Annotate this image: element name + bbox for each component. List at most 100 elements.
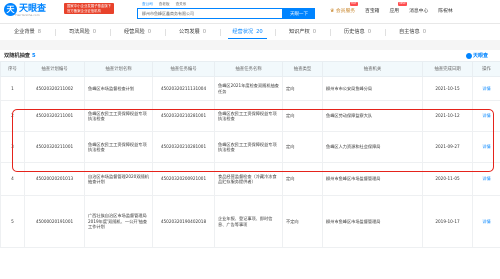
vip-service-link[interactable]: ♛ 会员服务 HOT: [330, 2, 358, 14]
message-center-link[interactable]: 消息中心: [409, 7, 428, 14]
cell-task-name: 食品经营监督检查（冷藏冷冻食品贮存服务提供者）: [214, 162, 283, 196]
tab-divider: [220, 29, 221, 36]
cell-type: 定向: [282, 76, 323, 101]
cell-authority: 柳州市鱼峰区市场监督管理局: [322, 195, 423, 248]
col-header-action: 操作: [472, 61, 500, 77]
tab-history[interactable]: 历史信息 0: [330, 25, 385, 38]
cell-date: 2021-10-15: [422, 76, 473, 101]
table-row: 3 45020320211001 鱼峰区农民工工资保障权益专项执法检查 4502…: [0, 131, 500, 163]
tab-count: 0: [367, 28, 372, 35]
cell-plan-no: 45020320211002: [24, 76, 85, 101]
tab-count: 8: [37, 28, 42, 35]
cell-type: 定向: [282, 162, 323, 196]
tab-divider: [385, 29, 386, 36]
promo-line-2: 官方备案企业征信机构: [67, 8, 101, 13]
cell-index: 2: [0, 100, 25, 132]
tab-divider: [165, 29, 166, 36]
col-header-authority: 抽查机关: [322, 61, 423, 77]
promo-banner[interactable]: 国家中小企业发展子基金旗下 官方备案企业征信机构: [64, 3, 115, 14]
details-link[interactable]: 详情: [472, 195, 500, 248]
apps-link[interactable]: 应用 NEW: [389, 2, 407, 14]
cell-plan-no: 45020320211001: [24, 100, 85, 132]
details-link[interactable]: 详情: [472, 100, 500, 132]
cell-task-name: 鱼峰区农民工工资保障权益专项执法检查: [214, 100, 283, 132]
table-header-row: 序号 抽查计划编号 抽查计划名称 抽查任务编号 抽查任务名称 抽查类型 抽查机关…: [0, 61, 500, 77]
tab-divider: [330, 29, 331, 36]
table-row: 1 45020320211002 鱼峰区市场监督检查计划 45020320211…: [0, 76, 500, 101]
top-nav: ♛ 会员服务 HOT 百宝箱 应用 NEW 消息中心 陈祝林: [330, 2, 453, 14]
cell-plan-name: 广西壮族自治区市场监督管理局2019年度'双随机、一公开'抽查工作计划: [84, 195, 153, 248]
cell-date: 2021-10-12: [422, 100, 473, 132]
col-header-task-no: 抽查任务编号: [152, 61, 215, 77]
table-row: 4 45020020201013 自治区市场监督管理2020双随机抽查计划 45…: [0, 162, 500, 196]
cell-authority: 柳州市鱼峰区市场监督管理局: [322, 162, 423, 196]
watermark-icon: [466, 52, 472, 59]
cell-plan-no: 45020020201013: [24, 162, 85, 196]
search-type-tabs: 查公司 查老板 查关系: [142, 2, 186, 7]
search-tab-relation[interactable]: 查关系: [176, 2, 187, 7]
cell-task-no: 45020320211131004: [152, 76, 215, 101]
cell-authority: 柳州市市公安局鱼峰分局: [322, 76, 423, 101]
section-title-text: 双随机抽查: [4, 53, 30, 59]
tab-divider: [110, 29, 111, 36]
company-tabs: 企业背景 8 司法风险 0 经营风险 0 公司发展 0 经营状况 20 知识产权…: [0, 25, 500, 40]
cell-task-name: 鱼峰区2021年度检查双随机抽查任务: [214, 76, 283, 101]
search-button[interactable]: 天眼一下: [283, 8, 315, 19]
cell-index: 1: [0, 76, 25, 101]
details-link[interactable]: 详情: [472, 76, 500, 101]
cell-index: 4: [0, 162, 25, 196]
logo-subtitle: TianYanCha.com: [15, 13, 40, 17]
tab-label: 历史信息: [343, 29, 365, 35]
search-tab-company[interactable]: 查公司: [142, 2, 153, 7]
watermark-text: 天眼查: [473, 53, 489, 59]
cell-task-name: 鱼峰区农民工工资保障权益专项执法检查: [214, 131, 283, 163]
cell-date: 2021-09-27: [422, 131, 473, 163]
tab-label: 企业背景: [13, 29, 35, 35]
col-header-type: 抽查类型: [282, 61, 323, 77]
crown-icon: ♛: [330, 9, 335, 14]
table-row: 2 45020320211001 鱼峰区农民工工资保障权益专项执法检查 4502…: [0, 100, 500, 132]
cell-type: 不定向: [282, 195, 323, 248]
tab-count: 20: [256, 28, 263, 35]
cell-plan-name: 鱼峰区市场监督检查计划: [84, 76, 153, 101]
tab-divider: [55, 29, 56, 36]
col-header-index: 序号: [0, 61, 25, 77]
cell-task-name: 企业年报、登记事项、即时信息、广告等事项: [214, 195, 283, 248]
tab-label: 知识产权: [288, 29, 310, 35]
tab-divider: [275, 29, 276, 36]
tab-label: 公司发展: [178, 29, 200, 35]
search-tab-boss[interactable]: 查老板: [159, 2, 170, 7]
tab-company-development[interactable]: 公司发展 0: [165, 25, 220, 38]
cell-authority: 鱼峰区人力资源和社会保障局: [322, 131, 423, 163]
tab-self-info[interactable]: 自主信息 0: [385, 25, 440, 38]
col-header-plan-name: 抽查计划名称: [84, 61, 153, 77]
section-separator: [0, 40, 500, 50]
hot-badge: HOT: [350, 2, 358, 6]
cell-type: 定向: [282, 131, 323, 163]
promo-line-1: 国家中小企业发展子基金旗下: [67, 4, 112, 8]
cell-plan-name: 鱼峰区农民工工资保障权益专项执法检查: [84, 100, 153, 132]
tab-count: 0: [422, 28, 427, 35]
cell-task-no: 45020320210281001: [152, 100, 215, 132]
cell-plan-no: 45020320211001: [24, 131, 85, 163]
cell-index: 5: [0, 195, 25, 248]
details-link[interactable]: 详情: [472, 162, 500, 196]
new-badge: NEW: [398, 2, 407, 6]
cell-task-no: 45020320210281001: [152, 131, 215, 163]
tab-operating-risk[interactable]: 经营风险 0: [110, 25, 165, 38]
tab-company-background[interactable]: 企业背景 8: [0, 25, 55, 38]
details-link[interactable]: 详情: [472, 131, 500, 163]
tab-intellectual-property[interactable]: 知识产权 0: [275, 25, 330, 38]
tab-judicial-risk[interactable]: 司法风险 0: [55, 25, 110, 38]
col-header-task-name: 抽查任务名称: [214, 61, 283, 77]
toolbox-link[interactable]: 百宝箱: [365, 7, 379, 14]
top-bar: 天 天眼查 TianYanCha.com 国家中小企业发展子基金旗下 官方备案企…: [0, 0, 500, 24]
tab-count: 0: [312, 28, 317, 35]
search-input[interactable]: 柳州市鱼峰区鑫商务有限公司: [137, 8, 283, 19]
section-count: 5: [31, 53, 36, 59]
cell-task-no: 45020320200921001: [152, 162, 215, 196]
vip-service-label: 会员服务: [335, 9, 356, 14]
user-menu[interactable]: 陈祝林: [438, 7, 452, 14]
tab-operating-status[interactable]: 经营状况 20: [220, 25, 275, 39]
tab-label: 经营风险: [123, 29, 145, 35]
